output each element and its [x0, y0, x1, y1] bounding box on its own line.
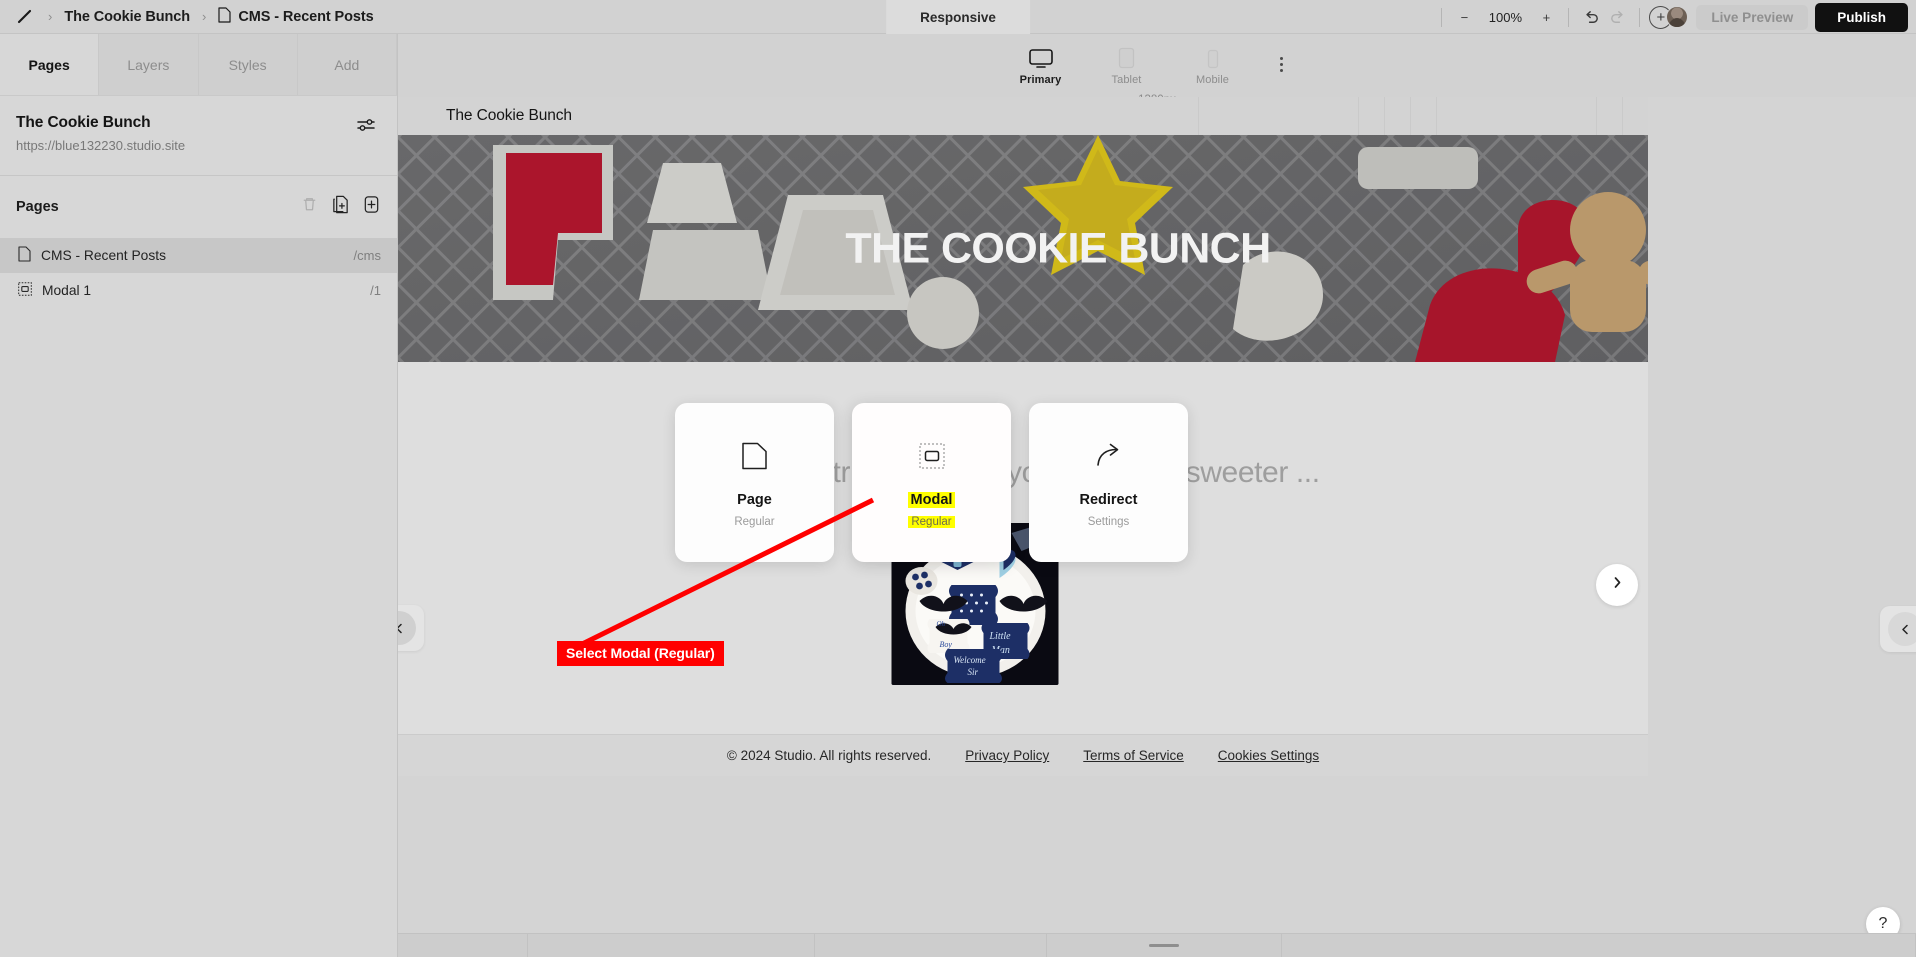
device-primary-label: Primary	[1019, 73, 1062, 86]
redirect-arrow-icon	[1094, 438, 1124, 474]
divider-2	[1568, 7, 1570, 27]
page-row-cms-recent-posts[interactable]: CMS - Recent Posts /cms	[0, 238, 397, 273]
hero-section: THE COOKIE BUNCH	[398, 135, 1648, 362]
zoom-out-button[interactable]: −	[1451, 4, 1477, 30]
tablet-icon	[1117, 46, 1136, 70]
site-info-text: The Cookie Bunch https://blue132230.stud…	[16, 114, 185, 153]
hero-title: THE COOKIE BUNCH	[845, 224, 1271, 272]
pages-title: Pages	[16, 199, 59, 215]
divider-3	[1639, 7, 1641, 27]
device-tablet-label: Tablet	[1111, 73, 1142, 86]
chevron-right-icon	[1610, 575, 1625, 595]
redo-icon[interactable]	[1604, 4, 1630, 30]
chevron-left-icon	[1888, 612, 1916, 646]
site-logo-text[interactable]: The Cookie Bunch	[446, 107, 572, 125]
page-file-icon	[218, 6, 231, 27]
breadcrumb: › The Cookie Bunch › CMS - Recent Posts	[0, 0, 374, 33]
footer-copyright: © 2024 Studio. All rights reserved.	[726, 748, 932, 763]
device-primary[interactable]: Primary	[1012, 46, 1070, 86]
choice-redirect-subtitle: Settings	[1087, 515, 1130, 528]
device-mobile[interactable]: Mobile	[1184, 46, 1242, 86]
add-page-icon[interactable]	[362, 194, 381, 220]
site-footer: © 2024 Studio. All rights reserved. Priv…	[398, 734, 1648, 776]
site-header: The Cookie Bunch	[398, 97, 1648, 135]
strip-seg-3	[815, 934, 1047, 957]
footer-link-privacy-policy[interactable]: Privacy Policy	[965, 748, 1049, 763]
strip-seg-5	[1282, 934, 1916, 957]
kebab-menu-icon[interactable]	[1279, 57, 1283, 72]
tab-pages[interactable]: Pages	[0, 34, 100, 95]
device-switcher: Primary Tablet Mobile	[1012, 46, 1283, 86]
breadcrumb-separator-1: ›	[48, 9, 53, 24]
studio-editor-app: › The Cookie Bunch › CMS - Recent Posts …	[0, 0, 1916, 957]
footer-link-cookies-settings[interactable]: Cookies Settings	[1218, 748, 1319, 763]
desktop-icon	[1028, 46, 1054, 70]
site-info-block: The Cookie Bunch https://blue132230.stud…	[0, 96, 397, 176]
zoom-level-value: 100%	[1488, 9, 1523, 25]
breadcrumb-site-label: The Cookie Bunch	[64, 8, 191, 25]
zoom-in-button[interactable]: +	[1533, 4, 1559, 30]
tab-styles[interactable]: Styles	[198, 34, 298, 95]
modal-dashed-icon	[918, 438, 945, 474]
footer-link-terms-of-service[interactable]: Terms of Service	[1083, 748, 1184, 763]
chevron-left-icon	[398, 611, 416, 645]
tab-add[interactable]: Add	[297, 34, 397, 95]
tab-responsive[interactable]: Responsive	[886, 0, 1030, 34]
page-outline-icon	[741, 438, 768, 474]
divider-1	[1441, 7, 1443, 27]
right-panel-toggle[interactable]	[1880, 606, 1916, 652]
page-row-path: /cms	[353, 248, 381, 263]
svg-text:Little: Little	[989, 631, 1012, 642]
annotation-label: Select Modal (Regular)	[557, 641, 724, 666]
breadcrumb-separator-2: ›	[202, 9, 207, 24]
top-bar: › The Cookie Bunch › CMS - Recent Posts …	[0, 0, 1916, 34]
page-row-label: Modal 1	[42, 283, 92, 298]
tab-layers[interactable]: Layers	[99, 34, 199, 95]
duplicate-page-icon[interactable]	[331, 194, 350, 220]
panel-tabs: Pages Layers Styles Add	[0, 34, 397, 96]
page-row-label: CMS - Recent Posts	[41, 248, 166, 263]
drag-handle-icon[interactable]	[1149, 944, 1179, 947]
responsive-tab-container: Responsive	[886, 0, 1030, 34]
svg-text:Sir: Sir	[968, 667, 979, 677]
page-row-modal-1[interactable]: Modal 1 /1	[0, 273, 397, 308]
slide-next-button[interactable]	[1596, 564, 1638, 606]
site-url: https://blue132230.studio.site	[16, 138, 186, 153]
modal-dashed-icon	[18, 282, 32, 299]
device-toolbar: Primary Tablet Mobile	[398, 34, 1916, 97]
site-name: The Cookie Bunch	[16, 114, 151, 131]
pages-section-header: Pages	[0, 176, 397, 238]
choice-redirect[interactable]: Redirect Settings	[1029, 403, 1188, 562]
bottom-status-strip	[398, 933, 1916, 957]
pen-logo-icon[interactable]	[14, 6, 36, 28]
device-mobile-label: Mobile	[1195, 73, 1229, 86]
sliders-icon[interactable]	[355, 114, 377, 141]
mobile-icon	[1206, 46, 1220, 70]
strip-seg-4	[1047, 934, 1282, 957]
page-row-path: /1	[370, 283, 381, 298]
slide-prev-tab[interactable]	[398, 605, 424, 651]
breadcrumb-item-page[interactable]: CMS - Recent Posts	[218, 6, 374, 27]
top-bar-right-controls: − 100% + + Live Preview Publish	[1432, 0, 1916, 34]
breadcrumb-page-label: CMS - Recent Posts	[238, 8, 374, 25]
live-preview-button[interactable]: Live Preview	[1696, 4, 1809, 30]
undo-icon[interactable]	[1578, 4, 1604, 30]
avatar[interactable]	[1666, 6, 1689, 28]
choice-redirect-title: Redirect	[1079, 491, 1138, 508]
pages-actions	[300, 194, 381, 220]
publish-button[interactable]: Publish	[1815, 2, 1908, 32]
trash-icon[interactable]	[300, 195, 319, 219]
device-tablet[interactable]: Tablet	[1098, 46, 1156, 86]
left-panel: Pages Layers Styles Add The Cookie Bunch…	[0, 34, 398, 957]
breadcrumb-item-site[interactable]: The Cookie Bunch	[64, 9, 190, 25]
strip-seg-2	[528, 934, 815, 957]
strip-seg-1	[398, 934, 528, 957]
site-nav-placeholder	[1198, 97, 1648, 135]
page-file-icon	[18, 246, 31, 265]
zoom-controls: − 100% +	[1451, 4, 1559, 30]
